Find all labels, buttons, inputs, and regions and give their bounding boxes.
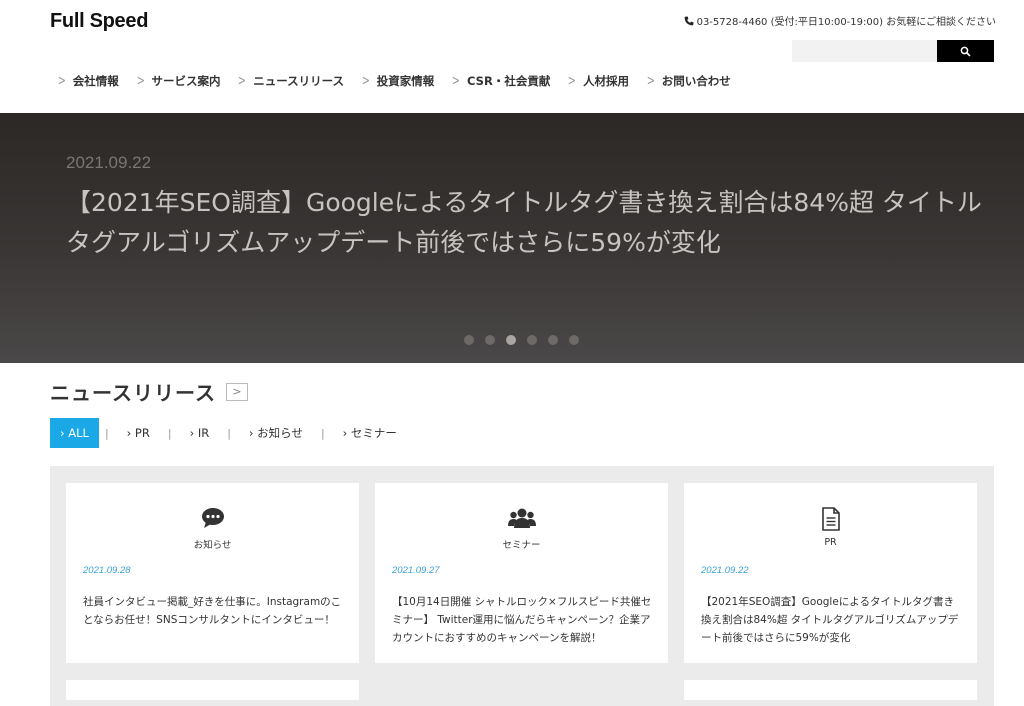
nav-item-services[interactable]: > サービス案内 xyxy=(135,73,220,89)
nav-item-recruit[interactable]: > 人材採用 xyxy=(566,73,629,89)
card-date: 2021.09.28 xyxy=(83,565,131,576)
card-title[interactable]: 【2021年SEO調査】Googleによるタイトルタグ書き換え割合は84%超 タ… xyxy=(701,594,963,648)
users-icon xyxy=(507,508,536,528)
divider: | xyxy=(320,426,325,440)
contact-text: 03-5728-4460 (受付:平日10:00-19:00) お気軽にご相談く… xyxy=(696,17,996,28)
news-card[interactable] xyxy=(66,680,359,700)
card-title[interactable]: 社員インタビュー掲載_好きを仕事に。Instagramのことならお任せ！SNSコ… xyxy=(83,594,345,630)
search-button[interactable] xyxy=(937,40,994,62)
filter-notice[interactable]: › お知らせ xyxy=(237,418,315,448)
nav-item-company[interactable]: > 会社情報 xyxy=(56,73,119,89)
news-card[interactable]: PR 2021.09.22 【2021年SEO調査】Googleによるタイトルタ… xyxy=(684,483,977,663)
news-section-header: ニュースリリース > xyxy=(50,377,248,406)
divider: | xyxy=(167,426,172,440)
card-category: セミナー xyxy=(502,540,541,551)
chevron-right-icon: > xyxy=(646,73,656,89)
filter-pr[interactable]: › PR xyxy=(115,418,162,448)
card-title[interactable]: 【10月14日開催 シャトルロック×フルスピード共催セミナー】 Twitter運… xyxy=(392,594,654,648)
phone-icon xyxy=(684,16,693,25)
contact-info: 03-5728-4460 (受付:平日10:00-19:00) お気軽にご相談く… xyxy=(684,13,996,28)
card-category: PR xyxy=(824,537,837,548)
card-category: お知らせ xyxy=(193,540,232,551)
divider: | xyxy=(104,426,109,440)
nav-item-csr[interactable]: > CSR・社会貢献 xyxy=(450,73,550,89)
news-card[interactable]: お知らせ 2021.09.28 社員インタビュー掲載_好きを仕事に。Instag… xyxy=(66,483,359,663)
nav-item-news[interactable]: > ニュースリリース xyxy=(236,73,344,89)
slider-dot[interactable] xyxy=(485,335,495,345)
news-card[interactable] xyxy=(684,680,977,700)
chevron-right-icon: > xyxy=(57,73,66,89)
chevron-right-icon: > xyxy=(136,73,145,89)
search-form xyxy=(792,40,994,62)
hero-slider[interactable]: 2021.09.22 【2021年SEO調査】Googleによるタイトルタグ書き… xyxy=(0,113,1024,363)
card-date: 2021.09.27 xyxy=(392,565,440,576)
slider-dot[interactable] xyxy=(464,335,474,345)
comment-icon xyxy=(201,508,224,528)
nav-item-contact[interactable]: > お問い合わせ xyxy=(645,73,731,89)
nav-item-ir[interactable]: > 投資家情報 xyxy=(360,73,434,89)
slider-dot[interactable] xyxy=(506,335,516,345)
card-date: 2021.09.22 xyxy=(701,565,749,576)
news-card[interactable]: セミナー 2021.09.27 【10月14日開催 シャトルロック×フルスピード… xyxy=(375,483,668,663)
filter-ir[interactable]: › IR xyxy=(178,418,222,448)
news-filters: › ALL | › PR | › IR | › お知らせ | › セミナー xyxy=(50,418,409,448)
site-header: Full Speed 03-5728-4460 (受付:平日10:00-19:0… xyxy=(0,0,1024,113)
divider: | xyxy=(227,426,231,440)
chevron-right-icon: > xyxy=(568,73,577,89)
chevron-right-icon[interactable]: > xyxy=(226,382,248,401)
hero-date: 2021.09.22 xyxy=(66,153,152,172)
search-icon xyxy=(960,46,971,57)
slider-dot[interactable] xyxy=(527,335,537,345)
chevron-right-icon: > xyxy=(361,73,371,89)
filter-seminar[interactable]: › セミナー xyxy=(331,418,409,448)
filter-all[interactable]: › ALL xyxy=(50,418,99,448)
slider-dots xyxy=(464,335,579,345)
slider-dot[interactable] xyxy=(548,335,558,345)
document-icon xyxy=(821,507,840,531)
site-logo[interactable]: Full Speed xyxy=(50,10,148,33)
main-nav: > 会社情報 > サービス案内 > ニュースリリース > 投資家情報 > CSR・社会貢献… xyxy=(56,73,731,89)
section-title: ニュースリリース xyxy=(50,381,216,405)
chevron-right-icon: > xyxy=(238,73,247,89)
search-input[interactable] xyxy=(792,40,937,62)
slider-dot[interactable] xyxy=(569,335,579,345)
hero-title[interactable]: 【2021年SEO調査】Googleによるタイトルタグ書き換え割合は84%超 タ… xyxy=(66,183,986,263)
chevron-right-icon: > xyxy=(452,73,461,89)
